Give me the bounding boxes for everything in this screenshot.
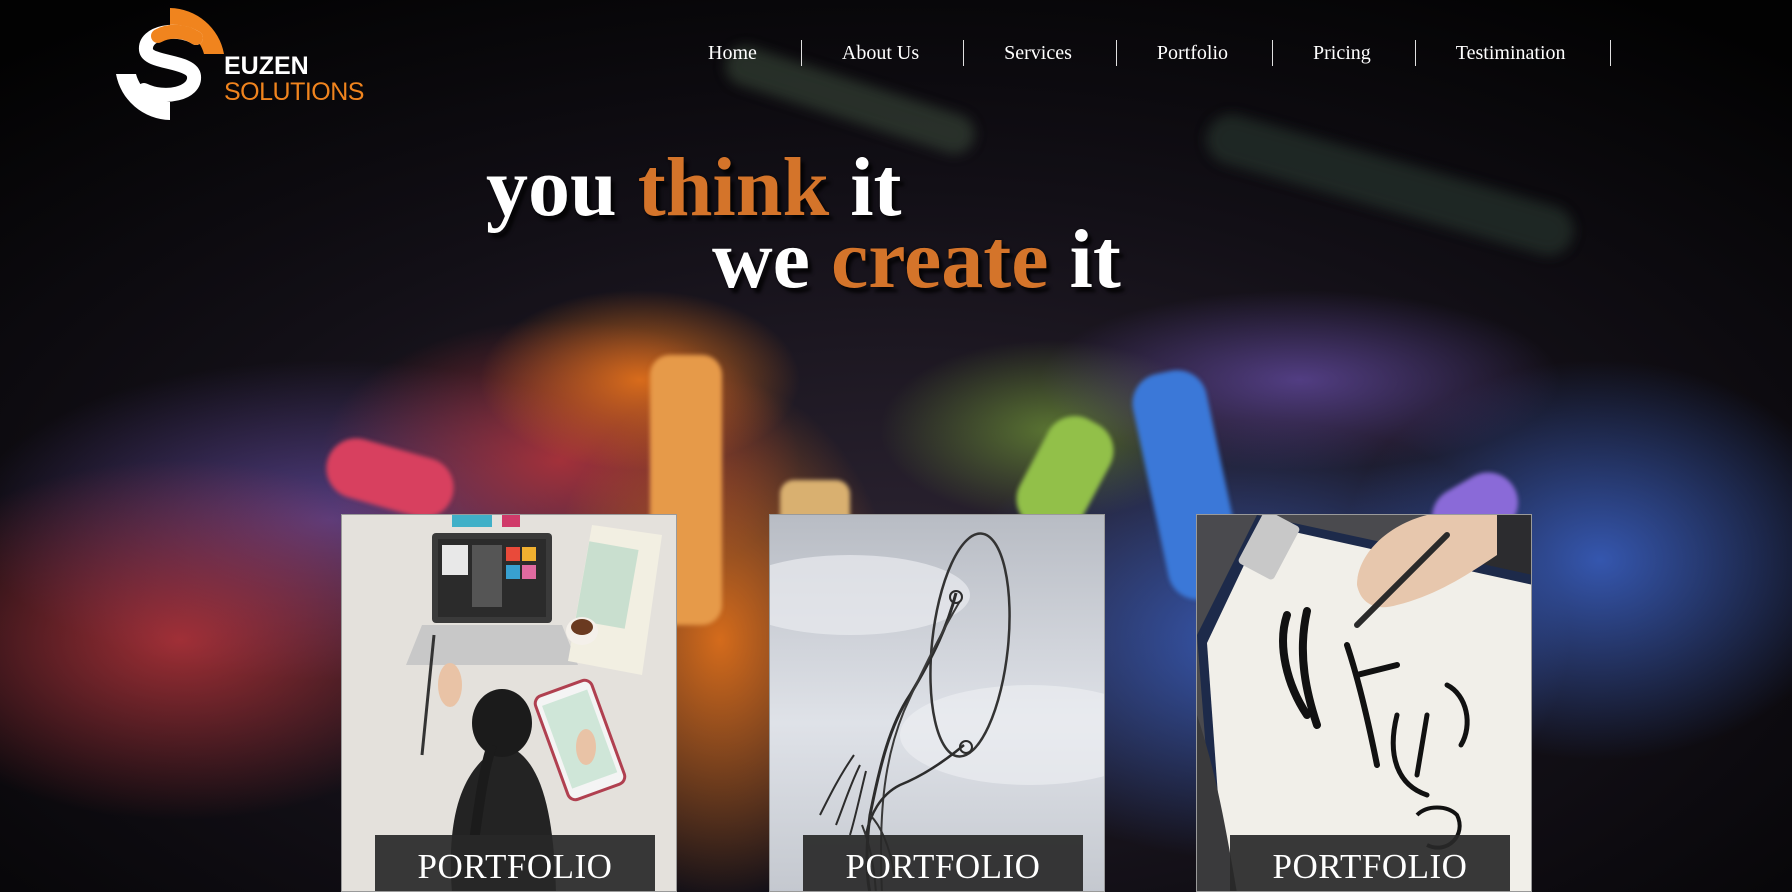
headline-line1-before: you: [486, 141, 638, 234]
nav-item-pricing[interactable]: Pricing: [1273, 40, 1416, 66]
nav-item-portfolio[interactable]: Portfolio: [1117, 40, 1274, 66]
portfolio-card-2[interactable]: PORTFOLIO: [769, 514, 1105, 892]
portfolio-card-2-label: PORTFOLIO: [803, 835, 1083, 891]
nav-item-testimination[interactable]: Testimination: [1416, 40, 1611, 66]
hero-headline-line2: we create it: [712, 218, 1121, 302]
portfolio-card-1[interactable]: PORTFOLIO: [341, 514, 677, 892]
headline-line2-after: it: [1048, 213, 1121, 306]
headline-line2-accent: create: [830, 213, 1049, 306]
nav-item-about-us[interactable]: About Us: [802, 40, 965, 66]
portfolio-card-3[interactable]: PORTFOLIO: [1196, 514, 1532, 892]
s-swirl-logo-icon: [116, 8, 224, 120]
brand-logo[interactable]: EUZEN SOLUTIONS: [108, 2, 378, 130]
nav-item-home[interactable]: Home: [668, 40, 802, 66]
main-navigation: Home About Us Services Portfolio Pricing…: [668, 40, 1611, 66]
brand-name-line1: EUZEN: [224, 52, 309, 80]
portfolio-card-3-label: PORTFOLIO: [1230, 835, 1510, 891]
nav-item-services[interactable]: Services: [964, 40, 1117, 66]
portfolio-card-1-label: PORTFOLIO: [375, 835, 655, 891]
brand-name-line2: SOLUTIONS: [224, 78, 364, 106]
headline-line2-before: we: [712, 213, 831, 306]
